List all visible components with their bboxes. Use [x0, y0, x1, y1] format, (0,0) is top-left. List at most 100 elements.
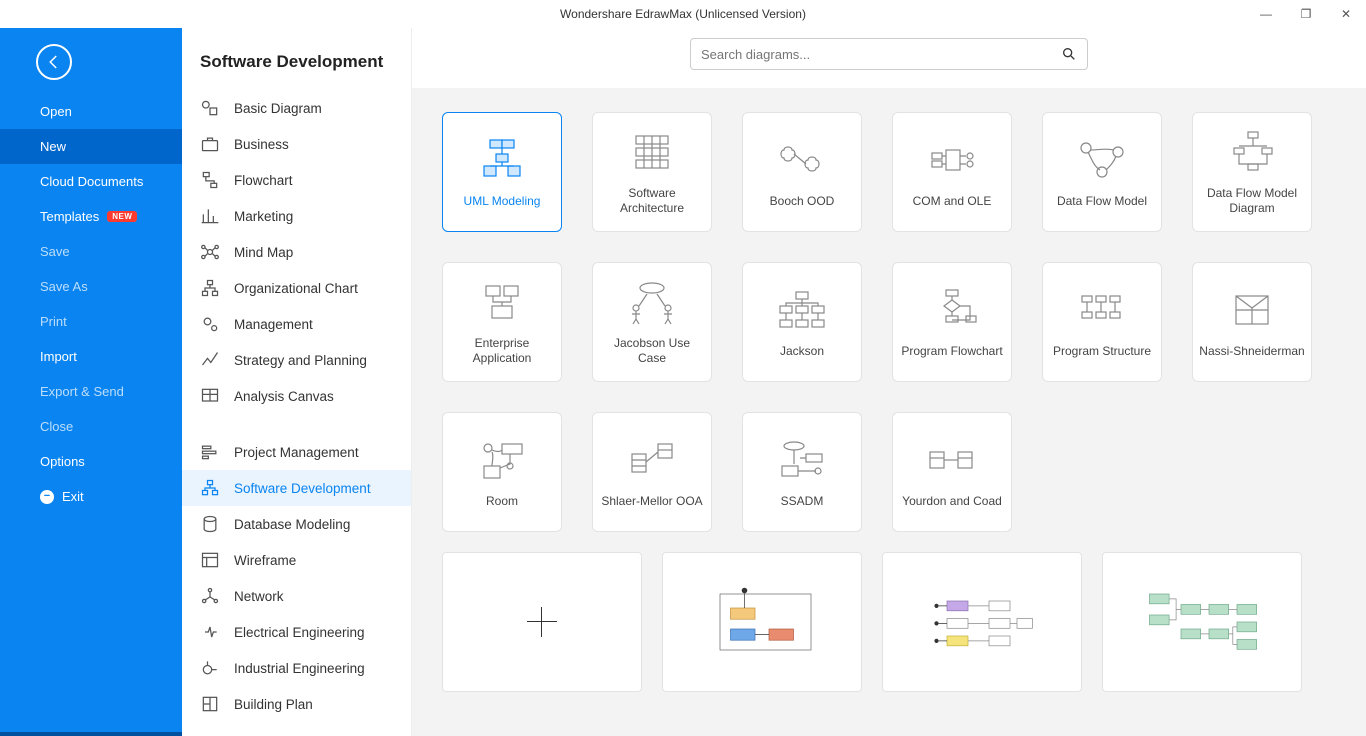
- category-item-software-development[interactable]: Software Development: [182, 470, 411, 506]
- category-item-database-modeling[interactable]: Database Modeling: [182, 506, 411, 542]
- category-item-building-plan[interactable]: Building Plan: [182, 686, 411, 722]
- template-card-ssadm[interactable]: SSADM: [742, 412, 862, 532]
- category-item-organizational-chart[interactable]: Organizational Chart: [182, 270, 411, 306]
- template-card-program-flowchart[interactable]: Program Flowchart: [892, 262, 1012, 382]
- category-item-analysis-canvas[interactable]: Analysis Canvas: [182, 378, 411, 414]
- template-thumb-icon: [472, 136, 532, 184]
- category-item-basic-diagram[interactable]: Basic Diagram: [182, 90, 411, 126]
- template-thumb: [622, 436, 682, 484]
- nav-item-templates[interactable]: TemplatesNEW: [0, 199, 182, 234]
- nav-item-label: Save: [40, 244, 70, 259]
- category-item-mind-map[interactable]: Mind Map: [182, 234, 411, 270]
- category-item-label: Industrial Engineering: [234, 661, 365, 676]
- close-button[interactable]: ✕: [1326, 0, 1366, 28]
- template-thumb-icon: [1072, 136, 1132, 184]
- template-card-program-structure[interactable]: Program Structure: [1042, 262, 1162, 382]
- template-thumb: [772, 436, 832, 484]
- search-box[interactable]: [690, 38, 1088, 70]
- template-label: Shlaer-Mellor OOA: [601, 494, 702, 509]
- template-card-shlaer-mellor-ooa[interactable]: Shlaer-Mellor OOA: [592, 412, 712, 532]
- category-item-label: Analysis Canvas: [234, 389, 334, 404]
- template-card-yourdon-and-coad[interactable]: Yourdon and Coad: [892, 412, 1012, 532]
- template-card-jackson[interactable]: Jackson: [742, 262, 862, 382]
- main-header: [412, 28, 1366, 88]
- nav-item-new[interactable]: New: [0, 129, 182, 164]
- template-thumb-icon: [1072, 286, 1132, 334]
- category-item-label: Software Development: [234, 481, 371, 496]
- template-card-nassi-shneiderman[interactable]: Nassi-Shneiderman: [1192, 262, 1312, 382]
- exit-icon: −: [40, 490, 54, 504]
- template-thumb-icon: [472, 278, 532, 326]
- ind-icon: [200, 658, 220, 678]
- new-blank-card[interactable]: [442, 552, 642, 692]
- maximize-button[interactable]: ❐: [1286, 0, 1326, 28]
- example-card[interactable]: [882, 552, 1082, 692]
- nav-item-label: Templates: [40, 209, 99, 224]
- nav-item-label: Import: [40, 349, 77, 364]
- template-card-room[interactable]: Room: [442, 412, 562, 532]
- category-item-label: Mind Map: [234, 245, 293, 260]
- category-item-flowchart[interactable]: Flowchart: [182, 162, 411, 198]
- nav-item-label: Open: [40, 104, 72, 119]
- category-item-network[interactable]: Network: [182, 578, 411, 614]
- back-button[interactable]: [36, 44, 72, 80]
- db-icon: [200, 514, 220, 534]
- nav-item-save[interactable]: Save: [0, 234, 182, 269]
- briefcase-icon: [200, 134, 220, 154]
- category-item-electrical-engineering[interactable]: Electrical Engineering: [182, 614, 411, 650]
- nav-item-label: Cloud Documents: [40, 174, 143, 189]
- category-item-strategy-and-planning[interactable]: Strategy and Planning: [182, 342, 411, 378]
- template-card-jacobson-use-case[interactable]: Jacobson Use Case: [592, 262, 712, 382]
- template-thumb: [1072, 286, 1132, 334]
- nav-item-open[interactable]: Open: [0, 94, 182, 129]
- category-item-project-management[interactable]: Project Management: [182, 434, 411, 470]
- flow-icon: [200, 170, 220, 190]
- nav-item-options[interactable]: Options: [0, 444, 182, 479]
- nav-item-import[interactable]: Import: [0, 339, 182, 374]
- example-card[interactable]: [662, 552, 862, 692]
- diagram-preview-icon: [1139, 580, 1265, 664]
- shapes-icon: [200, 98, 220, 118]
- template-card-data-flow-model-diagram[interactable]: Data Flow Model Diagram: [1192, 112, 1312, 232]
- nav-item-export-send[interactable]: Export & Send: [0, 374, 182, 409]
- nav-item-save-as[interactable]: Save As: [0, 269, 182, 304]
- category-item-industrial-engineering[interactable]: Industrial Engineering: [182, 650, 411, 686]
- mind-icon: [200, 242, 220, 262]
- nav-item-print[interactable]: Print: [0, 304, 182, 339]
- nav-item-exit[interactable]: −Exit: [0, 479, 182, 514]
- search-input[interactable]: [701, 47, 1061, 62]
- category-item-marketing[interactable]: Marketing: [182, 198, 411, 234]
- nav-item-label: Close: [40, 419, 73, 434]
- category-item-business[interactable]: Business: [182, 126, 411, 162]
- category-item-wireframe[interactable]: Wireframe: [182, 542, 411, 578]
- category-item-label: Wireframe: [234, 553, 296, 568]
- window-controls: — ❐ ✕: [1246, 0, 1366, 28]
- window-title: Wondershare EdrawMax (Unlicensed Version…: [560, 7, 806, 21]
- nav-item-label: Options: [40, 454, 85, 469]
- category-item-management[interactable]: Management: [182, 306, 411, 342]
- nav-item-close[interactable]: Close: [0, 409, 182, 444]
- example-card[interactable]: [1102, 552, 1302, 692]
- template-thumb-icon: [922, 286, 982, 334]
- category-item-label: Business: [234, 137, 289, 152]
- template-thumb: [622, 128, 682, 176]
- template-thumb: [922, 436, 982, 484]
- category-item-label: Network: [234, 589, 284, 604]
- template-card-uml-modeling[interactable]: UML Modeling: [442, 112, 562, 232]
- nav-item-cloud-documents[interactable]: Cloud Documents: [0, 164, 182, 199]
- template-card-com-and-ole[interactable]: COM and OLE: [892, 112, 1012, 232]
- template-thumb: [922, 286, 982, 334]
- template-grid: UML ModelingSoftware ArchitectureBooch O…: [412, 88, 1366, 542]
- minimize-button[interactable]: —: [1246, 0, 1286, 28]
- category-list[interactable]: Basic Diagram Business FlowchartMarketing M…: [182, 90, 411, 736]
- template-card-data-flow-model[interactable]: Data Flow Model: [1042, 112, 1162, 232]
- category-item-label: Building Plan: [234, 697, 313, 712]
- diagram-preview-icon: [919, 580, 1045, 664]
- template-card-booch-ood[interactable]: Booch OOD: [742, 112, 862, 232]
- canvas-icon: [200, 386, 220, 406]
- template-label: Jackson: [780, 344, 824, 359]
- template-card-software-architecture[interactable]: Software Architecture: [592, 112, 712, 232]
- template-card-enterprise-application[interactable]: Enterprise Application: [442, 262, 562, 382]
- template-thumb: [472, 436, 532, 484]
- taskbar-strip: [0, 732, 182, 736]
